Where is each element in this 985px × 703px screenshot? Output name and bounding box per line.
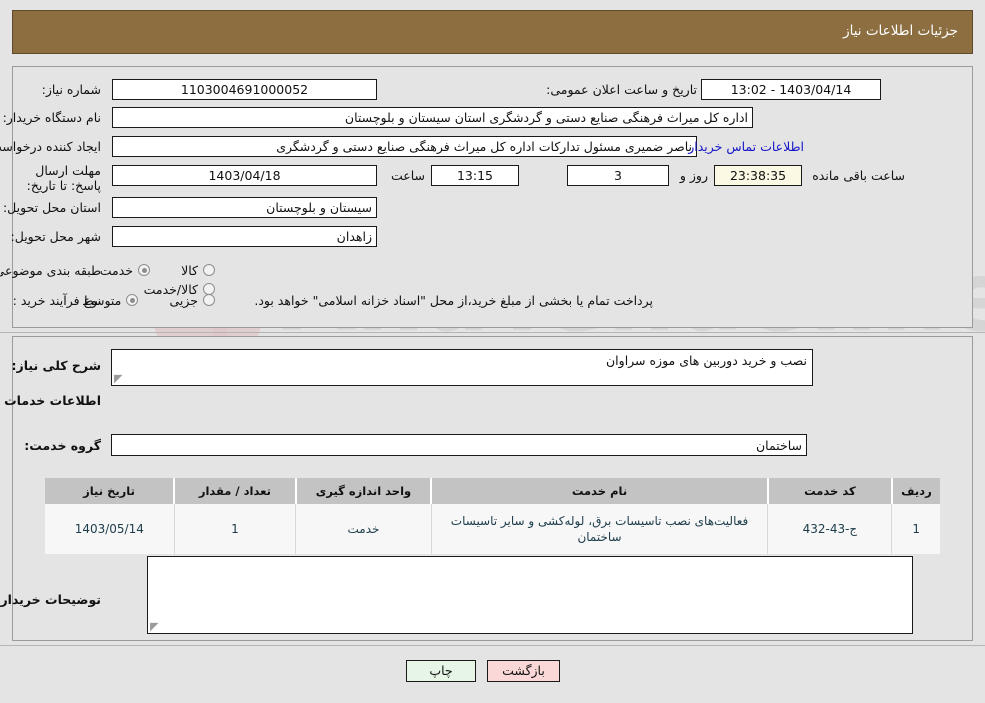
radio-icon [203, 264, 215, 276]
announce-datetime-label: تاریخ و ساعت اعلان عمومی: [546, 82, 697, 97]
need-number-label: شماره نیاز: [41, 82, 101, 97]
deadline-time-value: 13:15 [431, 165, 519, 186]
radio-icon [126, 294, 139, 306]
requester-label: ایجاد کننده درخواست: [0, 139, 101, 154]
panel-divider [0, 332, 985, 333]
process-option-1[interactable]: متوسط [82, 292, 139, 308]
general-desc-textarea[interactable]: نصب و خرید دوربین های موزه سراوان ◥ [111, 349, 813, 386]
countdown-remaining-label: ساعت باقی مانده [812, 168, 905, 183]
page-root: AnaTender.net W جزئیات اطلاعات نیاز شمار… [0, 0, 985, 703]
buyer-org-value: اداره کل میراث فرهنگی صنایع دستی و گردشگ… [112, 107, 753, 128]
province-label: استان محل تحویل: [2, 200, 101, 215]
table-header-row: ردیف کد خدمت نام خدمت واحد اندازه گیری ت… [45, 478, 940, 504]
days-remaining-value: 3 [567, 165, 669, 186]
th-unit: واحد اندازه گیری [294, 478, 432, 504]
page-title: جزئیات اطلاعات نیاز [843, 23, 958, 39]
services-table-wrapper: ردیف کد خدمت نام خدمت واحد اندازه گیری ت… [45, 478, 940, 554]
days-remaining-label: روز و [679, 168, 708, 183]
general-desc-label: شرح کلی نیاز: [11, 358, 101, 373]
category-option-0[interactable]: کالا [181, 263, 215, 278]
category-option-1-label: خدمت [99, 262, 134, 278]
radio-icon [203, 294, 215, 306]
process-radio-group: جزیی متوسط [56, 291, 215, 310]
services-table: ردیف کد خدمت نام خدمت واحد اندازه گیری ت… [45, 478, 940, 554]
buyer-contact-link[interactable]: اطلاعات تماس خریدار [688, 139, 804, 154]
service-group-label: گروه خدمت: [24, 438, 101, 453]
th-name: نام خدمت [430, 478, 768, 504]
payment-note: پرداخت تمام یا بخشی از مبلغ خرید،از محل … [254, 293, 653, 308]
radio-icon [138, 264, 151, 276]
deadline-date-value: 1403/04/18 [112, 165, 377, 186]
footer-divider [0, 645, 985, 646]
th-quantity: تعداد / مقدار [173, 478, 296, 504]
category-option-1[interactable]: خدمت [99, 262, 151, 278]
category-option-0-label: کالا [181, 262, 198, 278]
resize-grip-icon[interactable]: ◥ [150, 620, 160, 633]
td-unit: خدمت [295, 504, 432, 554]
table-row: 1 ج-43-432 فعالیت‌های نصب تاسیسات برق، ل… [45, 504, 940, 554]
deadline-label: مهلت ارسال پاسخ: تا تاریخ: [26, 163, 101, 193]
need-number-value: 1103004691000052 [112, 79, 377, 100]
countdown-value: 23:38:35 [714, 165, 802, 186]
resize-grip-icon[interactable]: ◥ [114, 372, 124, 385]
back-button[interactable]: بازگشت [487, 660, 560, 682]
announce-datetime-value: 1403/04/14 - 13:02 [701, 79, 881, 100]
page-header-bar: جزئیات اطلاعات نیاز [12, 10, 973, 54]
buyer-org-label: نام دستگاه خریدار: [2, 110, 101, 125]
province-value: سیستان و بلوچستان [112, 197, 377, 218]
print-button[interactable]: چاپ [406, 660, 476, 682]
process-option-0-label: جزیی [169, 292, 198, 308]
th-code: کد خدمت [766, 478, 892, 504]
services-heading: اطلاعات خدمات مورد نیاز [0, 393, 101, 408]
td-need-date: 1403/05/14 [45, 504, 175, 554]
general-desc-value: نصب و خرید دوربین های موزه سراوان [606, 353, 807, 368]
deadline-hour-label: ساعت [390, 168, 425, 183]
th-need-date: تاریخ نیاز [45, 478, 175, 504]
service-group-value: ساختمان [111, 434, 807, 456]
th-index: ردیف [890, 478, 940, 504]
td-index: 1 [891, 504, 940, 554]
city-label: شهر محل تحویل: [10, 229, 101, 244]
td-name: فعالیت‌های نصب تاسیسات برق، لوله‌کشی و س… [430, 504, 768, 554]
requester-value: ناصر ضمیری مسئول تدارکات اداره کل میراث … [112, 136, 697, 157]
td-code: ج-43-432 [767, 504, 892, 554]
buyer-notes-label: توضیحات خریدار: [0, 592, 101, 607]
buyer-notes-textarea[interactable]: ◥ [147, 556, 913, 634]
process-option-1-label: متوسط [82, 292, 122, 308]
city-value: زاهدان [112, 226, 377, 247]
process-option-0[interactable]: جزیی [169, 293, 215, 308]
td-quantity: 1 [173, 504, 296, 554]
